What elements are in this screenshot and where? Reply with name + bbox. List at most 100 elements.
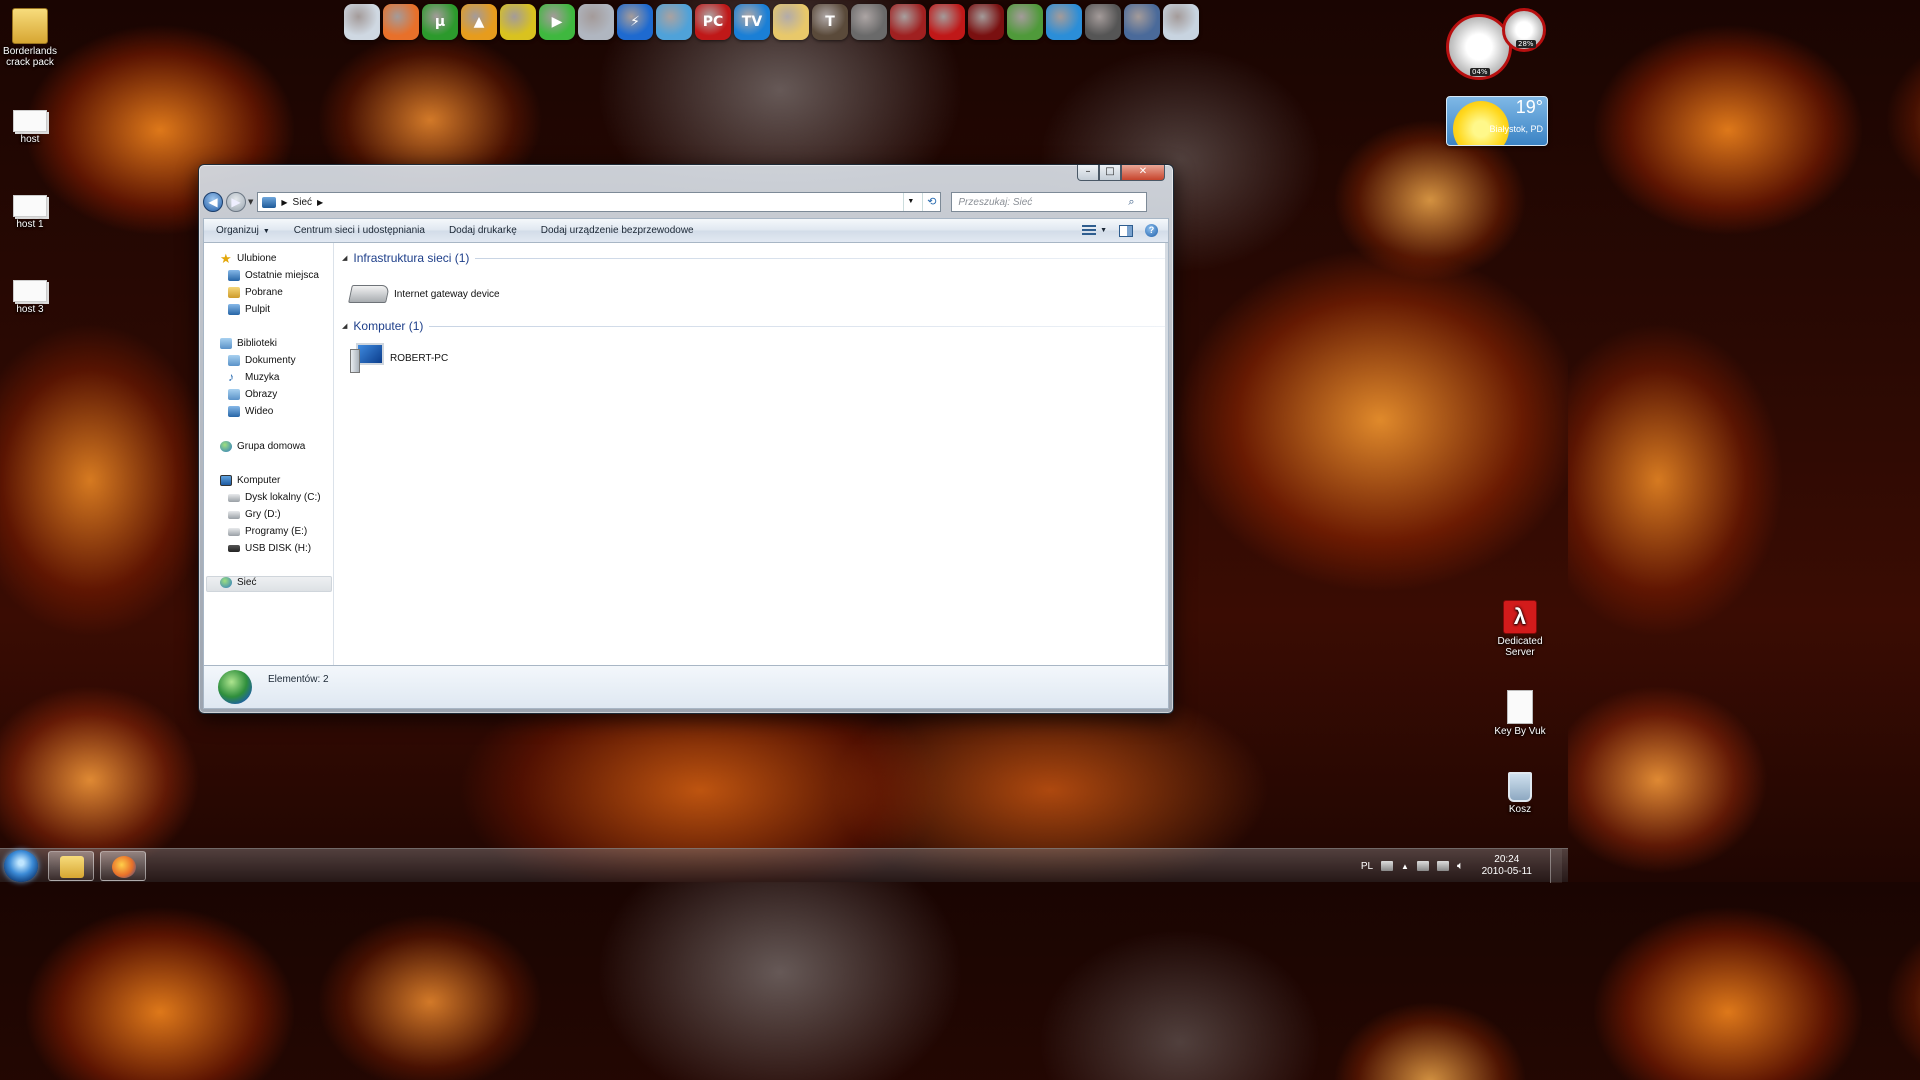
nav-desktop[interactable]: Pulpit [228, 304, 270, 315]
start-button[interactable] [4, 850, 38, 882]
star-icon: ★ [220, 251, 232, 266]
taskbar-explorer-button[interactable] [48, 851, 94, 881]
nav-homegroup[interactable]: Grupa domowa [220, 441, 305, 452]
desktop-icon-host-1[interactable]: host 1 [0, 187, 62, 230]
nav-label: Dysk lokalny (C:) [245, 492, 321, 503]
group-header-computer[interactable]: ◢ Komputer (1) [342, 319, 1168, 333]
language-indicator[interactable]: PL [1361, 861, 1373, 872]
nav-drive-d[interactable]: Gry (D:) [228, 509, 281, 520]
spiral-icon[interactable] [1046, 4, 1082, 40]
address-dropdown-icon[interactable]: ▼ [903, 193, 917, 211]
desktop-icon-dedicated-server[interactable]: λ Dedicated Server [1488, 600, 1552, 658]
nav-videos[interactable]: Wideo [228, 406, 273, 417]
desktop-icon-key-by-vuk[interactable]: Key By Vuk [1488, 690, 1552, 737]
router-icon [348, 285, 390, 303]
nav-music[interactable]: ♪ Muzyka [228, 371, 279, 383]
nav-libraries[interactable]: Biblioteki [220, 338, 277, 349]
close-button[interactable]: ✕ [1121, 165, 1165, 181]
search-icon[interactable]: ⌕ [1128, 196, 1146, 209]
nav-favorites[interactable]: ★ Ulubione [220, 251, 276, 266]
breadcrumb-location[interactable]: Sieć [293, 197, 312, 208]
group-divider [429, 325, 1168, 327]
minimize-button[interactable]: – [1077, 165, 1099, 181]
jlc-tv-icon[interactable]: TV [734, 4, 770, 40]
nav-drive-c[interactable]: Dysk lokalny (C:) [228, 492, 321, 503]
help-icon[interactable]: ? [1145, 224, 1158, 237]
search-input[interactable]: Przeszukaj: Sieć ⌕ [951, 192, 1148, 212]
taskbar-firefox-button[interactable] [100, 851, 146, 881]
homegroup-icon [220, 441, 232, 452]
refresh-icon[interactable]: ⟲ [922, 193, 940, 211]
desktop-icon-borderlands-crack-pack[interactable]: Borderlands crack pack [0, 8, 62, 68]
clock[interactable]: 20:24 2010-05-11 [1482, 854, 1532, 878]
network-item-gateway[interactable]: Internet gateway device [348, 285, 500, 303]
nav-documents[interactable]: Dokumenty [228, 355, 296, 366]
nav-drive-e[interactable]: Programy (E:) [228, 526, 307, 537]
pc-game-icon[interactable]: PC [695, 4, 731, 40]
counter-strike-icon[interactable] [1124, 4, 1160, 40]
weather-gadget[interactable]: 19° Białystok, PD [1446, 96, 1548, 146]
maximize-button[interactable]: □ [1099, 165, 1121, 181]
group-header-network-infrastructure[interactable]: ◢ Infrastruktura sieci (1) [342, 251, 1168, 265]
just-cause-icon[interactable] [851, 4, 887, 40]
address-bar[interactable]: ▶ Sieć ▶ ▼ ⟲ [257, 192, 942, 212]
desktop-icon-recycle-bin[interactable]: Kosz [1488, 772, 1552, 815]
desktop-icon-host[interactable]: host [0, 102, 62, 145]
breadcrumb-chevron-icon[interactable]: ▶ [317, 198, 323, 207]
metro-icon[interactable] [968, 4, 1004, 40]
item-count: Elementów: 2 [268, 674, 329, 685]
view-options-dropdown-icon[interactable]: ▼ [1100, 227, 1107, 234]
back-button[interactable]: ◀ [203, 192, 223, 212]
borderlands-icon[interactable] [929, 4, 965, 40]
media-player-icon[interactable]: ▶ [539, 4, 575, 40]
firefox-icon[interactable] [383, 4, 419, 40]
shield-game-icon[interactable] [1085, 4, 1121, 40]
daemon-tools-icon[interactable]: ⚡ [617, 4, 653, 40]
nav-downloads[interactable]: Pobrane [228, 287, 283, 298]
document-icon [13, 195, 47, 217]
utorrent-icon[interactable]: µ [422, 4, 458, 40]
details-pane: Elementów: 2 [203, 665, 1169, 709]
add-wireless-device-button[interactable]: Dodaj urządzenie bezprzewodowe [529, 225, 706, 236]
breadcrumb-separator-icon[interactable]: ▶ [281, 198, 287, 207]
cpu-meter-gadget[interactable]: 04% 28% [1446, 8, 1546, 86]
browser-orb-icon[interactable] [578, 4, 614, 40]
collapse-triangle-icon[interactable]: ◢ [342, 254, 347, 262]
fallout-vault-boy-icon[interactable] [773, 4, 809, 40]
action-center-flag-icon[interactable] [1416, 861, 1429, 871]
keyboard-icon[interactable] [1381, 861, 1394, 871]
desktop-icon-host-3[interactable]: host 3 [0, 272, 62, 315]
network-center-button[interactable]: Centrum sieci i udostępniania [282, 225, 437, 236]
downloads-folder-icon [228, 287, 240, 298]
nav-drive-h[interactable]: USB DISK (H:) [228, 543, 311, 554]
drive-tool-icon[interactable] [656, 4, 692, 40]
network-item-computer[interactable]: ROBERT-PC [350, 343, 448, 373]
skull-game-icon[interactable] [890, 4, 926, 40]
recycle-bin-icon[interactable] [1163, 4, 1199, 40]
forward-button[interactable]: ▶ [226, 192, 246, 212]
aimp-icon[interactable]: ▲ [461, 4, 497, 40]
nav-computer[interactable]: Komputer [220, 475, 280, 486]
nav-label: Dokumenty [245, 355, 296, 366]
window-body: ★ Ulubione Ostatnie miejsca Pobrane Pulpi… [203, 243, 1169, 665]
flower-game-icon[interactable] [1007, 4, 1043, 40]
show-hidden-icons-icon[interactable]: ▲ [1401, 862, 1409, 871]
notepad-icon[interactable] [344, 4, 380, 40]
change-view-icon[interactable] [1082, 224, 1097, 237]
show-desktop-button[interactable] [1550, 849, 1562, 883]
add-printer-button[interactable]: Dodaj drukarkę [437, 225, 529, 236]
preview-pane-icon[interactable] [1119, 224, 1133, 237]
volume-icon[interactable]: 🔈︎ [1457, 860, 1464, 873]
item-label: ROBERT-PC [390, 352, 449, 364]
nav-pictures[interactable]: Obrazy [228, 389, 277, 400]
lightbulb-icon[interactable] [500, 4, 536, 40]
organize-button[interactable]: Organizuj ▼ [204, 225, 282, 236]
scrollbar[interactable] [1165, 243, 1168, 665]
nav-network[interactable]: Sieć [220, 577, 256, 588]
network-tray-icon[interactable] [1436, 861, 1449, 871]
network-globe-icon [218, 670, 252, 704]
recent-pages-dropdown[interactable]: ▼ [248, 198, 253, 206]
nav-recent-places[interactable]: Ostatnie miejsca [228, 270, 319, 281]
tribes-icon[interactable]: T [812, 4, 848, 40]
collapse-triangle-icon[interactable]: ◢ [342, 322, 347, 330]
